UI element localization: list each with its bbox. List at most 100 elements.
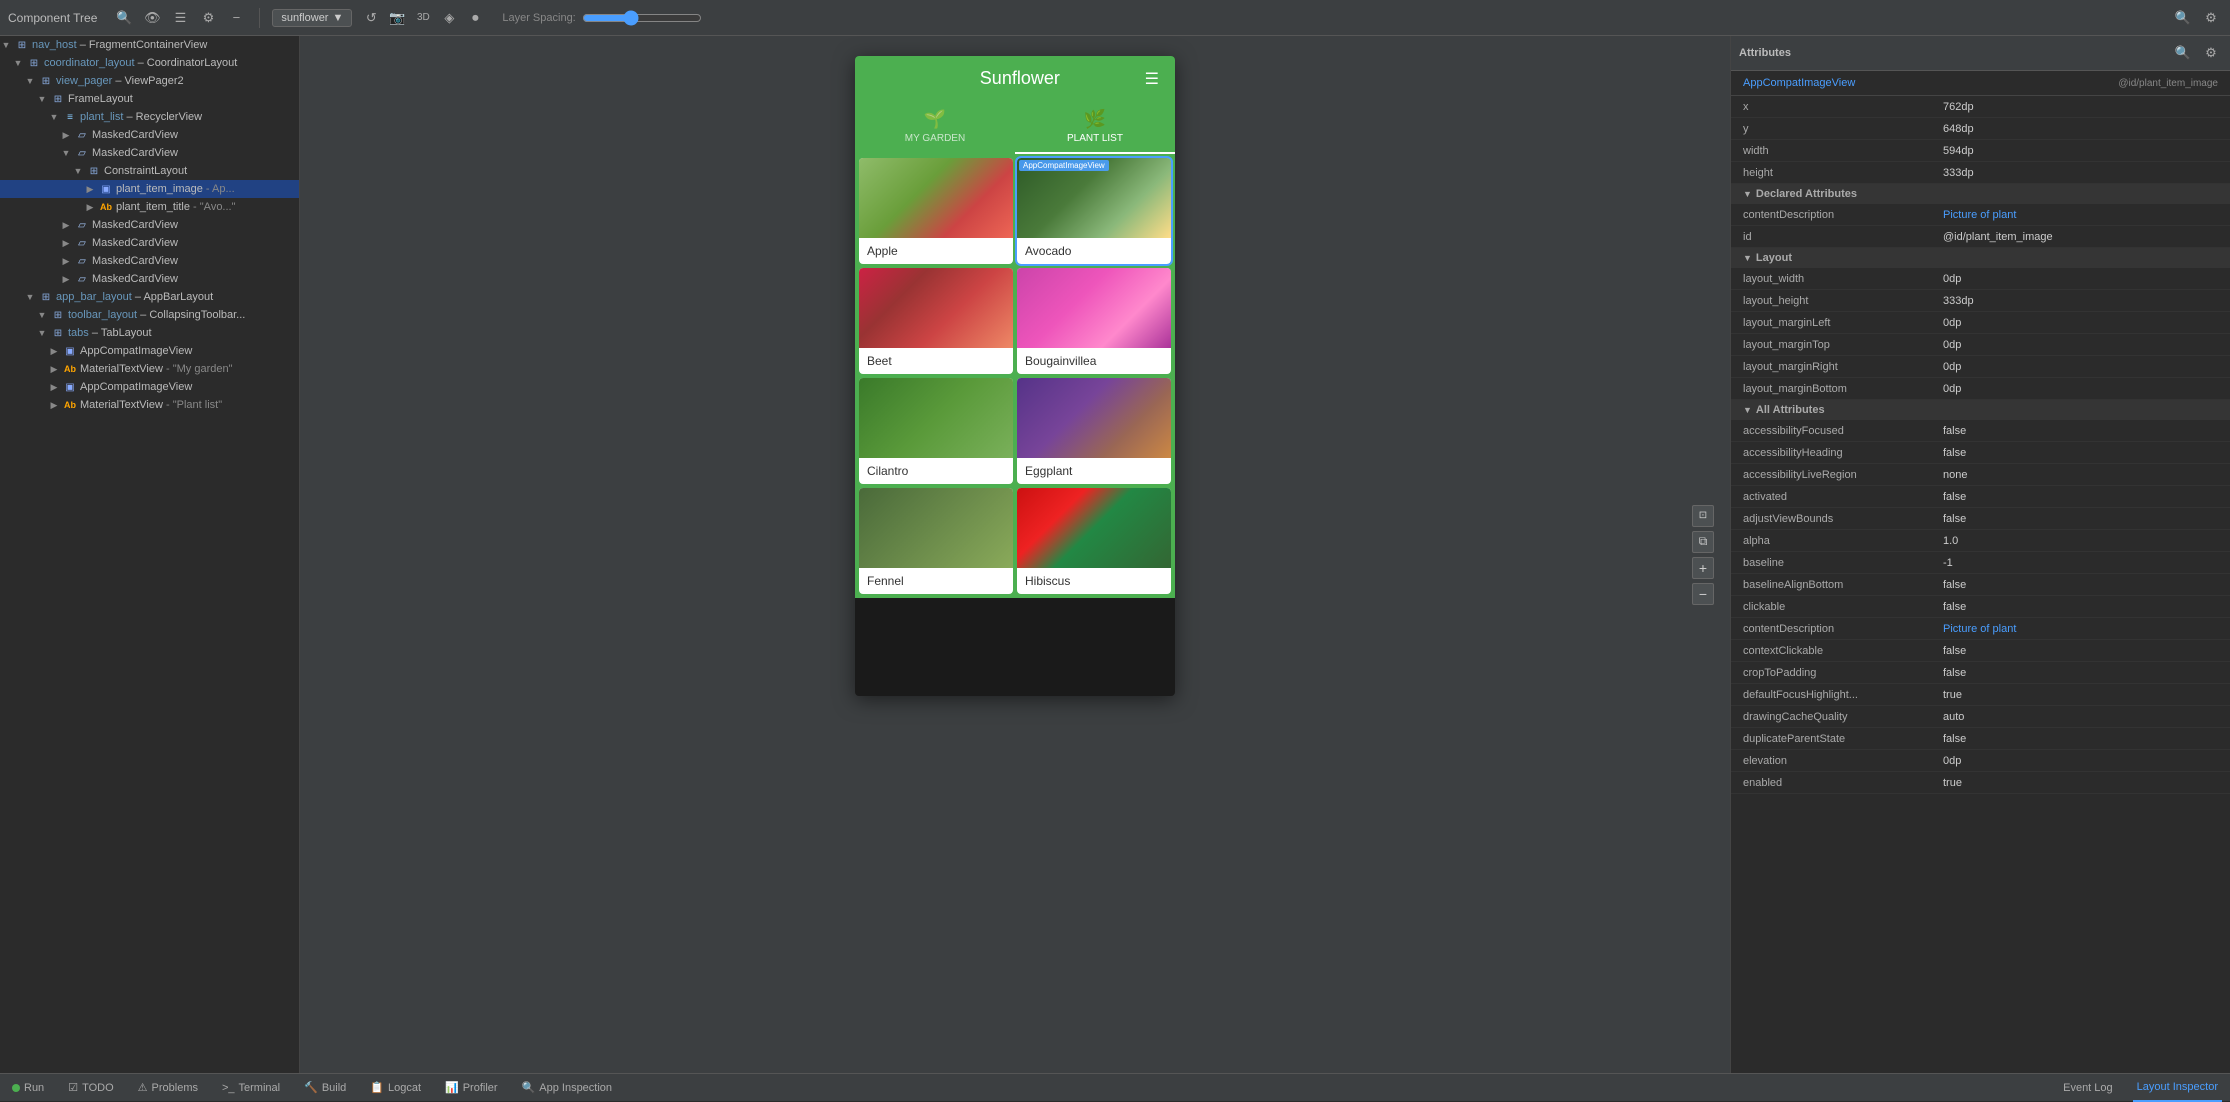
tree-toggle[interactable]: ▼	[60, 147, 72, 159]
tab-my-garden[interactable]: 🌱 MY GARDEN	[855, 101, 1015, 154]
tree-item-masked3[interactable]: ▶▱MaskedCardView	[0, 216, 299, 234]
tree-toggle[interactable]: ▼	[72, 165, 84, 177]
tree-item-compat_img2[interactable]: ▶▣AppCompatImageView	[0, 378, 299, 396]
minimize-icon[interactable]: −	[225, 7, 247, 29]
tree-item-frame_layout[interactable]: ▼⊞FrameLayout	[0, 90, 299, 108]
tree-item-plant_list[interactable]: ▼≡plant_list – RecyclerView	[0, 108, 299, 126]
tree-toggle[interactable]: ▶	[60, 237, 72, 249]
refresh-icon[interactable]: ↺	[360, 7, 382, 29]
tree-item-view_pager[interactable]: ▼⊞view_pager – ViewPager2	[0, 72, 299, 90]
layout-section[interactable]: ▼Layout	[1731, 248, 2230, 268]
plant-card-beet[interactable]: Beet	[859, 268, 1013, 374]
attr-name: baselineAlignBottom	[1743, 579, 1943, 591]
tree-toggle[interactable]: ▶	[60, 219, 72, 231]
bottom-right-tab-layout-inspector[interactable]: Layout Inspector	[2133, 1074, 2222, 1102]
layer-spacing-slider[interactable]	[582, 10, 702, 26]
tree-item-masked1[interactable]: ▶▱MaskedCardView	[0, 126, 299, 144]
tree-item-masked5[interactable]: ▶▱MaskedCardView	[0, 252, 299, 270]
record-icon[interactable]: ⏺	[464, 7, 486, 29]
tree-item-tabs[interactable]: ▼⊞tabs – TabLayout	[0, 324, 299, 342]
tree-toggle[interactable]: ▼	[36, 93, 48, 105]
plant-card-bougainvillea[interactable]: Bougainvillea	[1017, 268, 1171, 374]
eye-icon[interactable]: 👁	[141, 7, 163, 29]
attr-settings-icon[interactable]: ⚙	[2200, 42, 2222, 64]
plant-card-eggplant[interactable]: Eggplant	[1017, 378, 1171, 484]
tree-toggle[interactable]: ▶	[48, 399, 60, 411]
tree-item-label: AppCompatImageView	[80, 345, 192, 357]
all-attributes-section[interactable]: ▼All Attributes	[1731, 400, 2230, 420]
bottom-right-tab-event-log[interactable]: Event Log	[2059, 1074, 2117, 1102]
tree-item-plant_item_image[interactable]: ▶▣plant_item_image - Ap...	[0, 180, 299, 198]
tree-toggle[interactable]: ▼	[24, 75, 36, 87]
zoom-out-button[interactable]: −	[1692, 583, 1714, 605]
attr-value: -1	[1943, 557, 2218, 569]
3d-icon[interactable]: 3D	[412, 7, 434, 29]
filter-icon[interactable]: ☰	[1145, 69, 1159, 89]
tree-item-text-icon: Ab	[99, 200, 113, 214]
tree-toggle[interactable]: ▶	[60, 129, 72, 141]
bottom-tab-logcat[interactable]: 📋Logcat	[366, 1074, 425, 1102]
tree-item-label: app_bar_layout – AppBarLayout	[56, 291, 213, 303]
tree-toggle[interactable]: ▶	[48, 381, 60, 393]
bottom-tab-run[interactable]: Run	[8, 1074, 48, 1102]
tree-item-compat_img1[interactable]: ▶▣AppCompatImageView	[0, 342, 299, 360]
tree-item-coordinator_layout[interactable]: ▼⊞coordinator_layout – CoordinatorLayout	[0, 54, 299, 72]
tree-toggle[interactable]: ▶	[84, 201, 96, 213]
zoom-in-button[interactable]: +	[1692, 557, 1714, 579]
search-right-icon[interactable]: 🔍	[2172, 7, 2194, 29]
tree-item-masked2[interactable]: ▼▱MaskedCardView	[0, 144, 299, 162]
plant-card-apple[interactable]: Apple	[859, 158, 1013, 264]
bottom-tab-problems[interactable]: ⚠Problems	[134, 1074, 202, 1102]
tree-toggle[interactable]: ▶	[48, 345, 60, 357]
bottom-tab-todo[interactable]: ☑TODO	[64, 1074, 117, 1102]
tree-toggle[interactable]: ▼	[0, 39, 12, 51]
attr-name: height	[1743, 167, 1943, 179]
tree-toggle[interactable]: ▼	[12, 57, 24, 69]
highlight-icon[interactable]: ◈	[438, 7, 460, 29]
attr-value: false	[1943, 491, 2218, 503]
attr-name: activated	[1743, 491, 1943, 503]
fit-to-window-icon[interactable]: ⊡	[1692, 505, 1714, 527]
tree-toggle[interactable]: ▶	[48, 363, 60, 375]
search-icon[interactable]: 🔍	[113, 7, 135, 29]
tree-item-toolbar_layout[interactable]: ▼⊞toolbar_layout – CollapsingToolbar...	[0, 306, 299, 324]
copy-icon[interactable]: ⧉	[1692, 531, 1714, 553]
tree-item-card-icon: ▱	[75, 146, 89, 160]
bottom-tab-build[interactable]: 🔨Build	[300, 1074, 350, 1102]
settings-right-icon[interactable]: ⚙	[2200, 7, 2222, 29]
tree-toggle[interactable]: ▶	[60, 255, 72, 267]
tree-toggle[interactable]: ▼	[36, 327, 48, 339]
tree-toggle[interactable]: ▼	[24, 291, 36, 303]
tree-item-card-icon: ▱	[75, 128, 89, 142]
tree-item-plant_item_title[interactable]: ▶Abplant_item_title - "Avo..."	[0, 198, 299, 216]
plant-image-bougainvillea	[1017, 268, 1171, 348]
tree-item-constraint[interactable]: ▼⊞ConstraintLayout	[0, 162, 299, 180]
plant-card-fennel[interactable]: Fennel	[859, 488, 1013, 594]
all-attr-row-enabled: enabledtrue	[1731, 772, 2230, 794]
tree-item-material_tv2[interactable]: ▶AbMaterialTextView - "Plant list"	[0, 396, 299, 414]
attributes-panel-title: Attributes	[1739, 47, 1791, 59]
tree-item-app_bar_layout[interactable]: ▼⊞app_bar_layout – AppBarLayout	[0, 288, 299, 306]
tree-toggle[interactable]: ▼	[48, 111, 60, 123]
declared-attributes-section[interactable]: ▼Declared Attributes	[1731, 184, 2230, 204]
bottom-tab-profiler[interactable]: 📊Profiler	[441, 1074, 502, 1102]
plant-card-hibiscus[interactable]: Hibiscus	[1017, 488, 1171, 594]
settings-icon[interactable]: ⚙	[197, 7, 219, 29]
bottom-tab-app-inspection[interactable]: 🔍App Inspection	[518, 1074, 616, 1102]
plant-card-avocado[interactable]: AppCompatImageViewAvocado	[1017, 158, 1171, 264]
tree-toggle[interactable]: ▶	[60, 273, 72, 285]
attr-search-icon[interactable]: 🔍	[2172, 42, 2194, 64]
tree-toggle[interactable]: ▼	[36, 309, 48, 321]
tab-plant-list[interactable]: 🌿 PLANT LIST	[1015, 101, 1175, 154]
list-icon[interactable]: ☰	[169, 7, 191, 29]
tree-item-masked6[interactable]: ▶▱MaskedCardView	[0, 270, 299, 288]
tree-item-nav_host[interactable]: ▼⊞nav_host – FragmentContainerView	[0, 36, 299, 54]
device-selector[interactable]: sunflower ▼	[272, 9, 352, 27]
snapshot-icon[interactable]: 📷	[386, 7, 408, 29]
bottom-tab-terminal[interactable]: >_Terminal	[218, 1074, 284, 1102]
tree-item-material_tv1[interactable]: ▶AbMaterialTextView - "My garden"	[0, 360, 299, 378]
all-attr-row-baseline: baseline-1	[1731, 552, 2230, 574]
tree-item-masked4[interactable]: ▶▱MaskedCardView	[0, 234, 299, 252]
tree-toggle[interactable]: ▶	[84, 183, 96, 195]
plant-card-cilantro[interactable]: Cilantro	[859, 378, 1013, 484]
